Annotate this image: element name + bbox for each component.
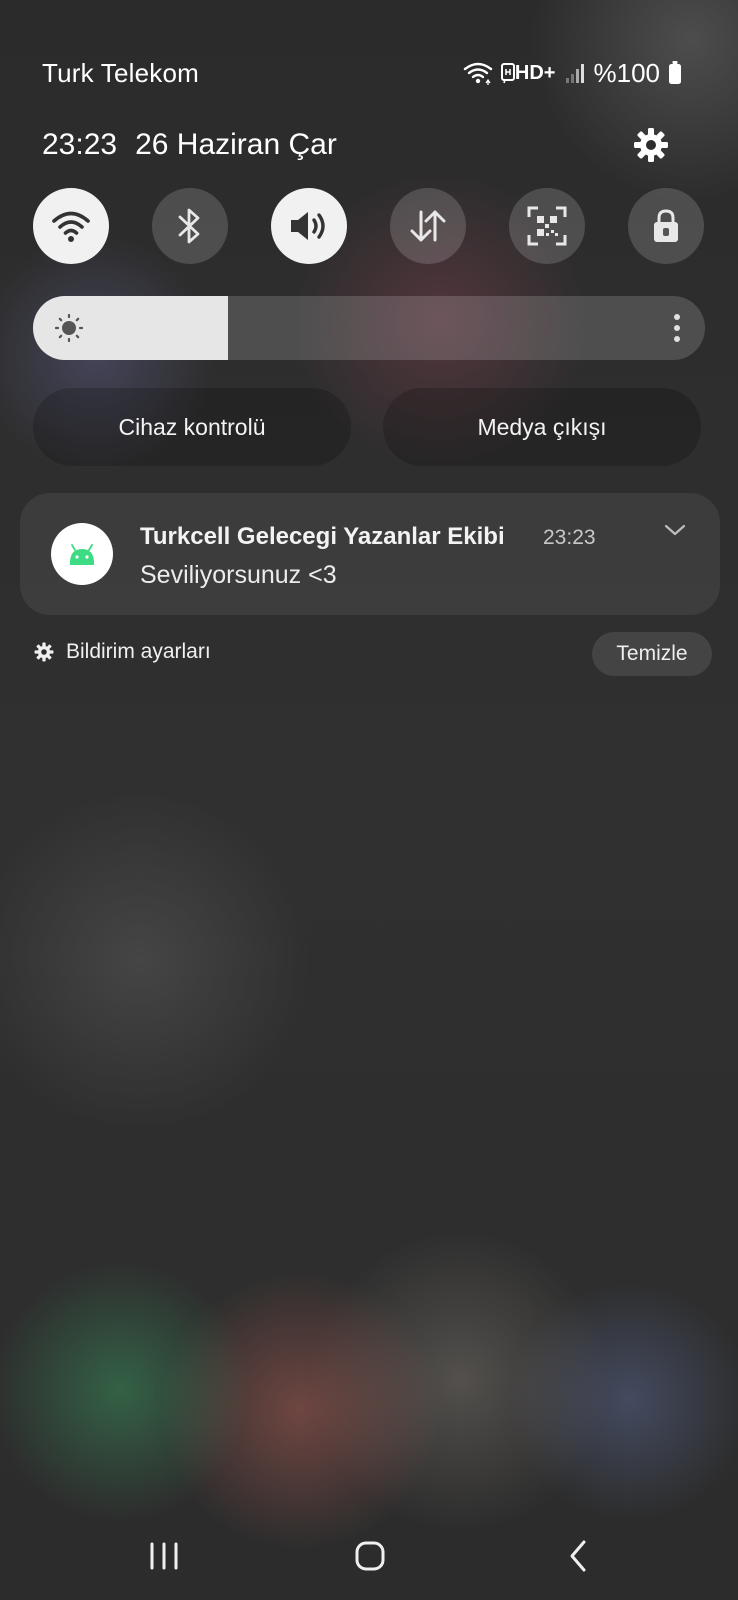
- toggle-wifi[interactable]: [33, 188, 109, 264]
- brightness-slider[interactable]: [33, 296, 705, 360]
- wifi-icon: [463, 61, 493, 85]
- notification-card[interactable]: Turkcell Gelecegi Yazanlar Ekibi 23:23 S…: [20, 493, 720, 615]
- toggle-sound[interactable]: [271, 188, 347, 264]
- android-icon: [68, 543, 96, 565]
- network-label: HD+: [514, 61, 556, 84]
- status-icons: HD+ %100: [463, 58, 682, 88]
- sound-icon: [287, 208, 331, 244]
- notification-time: 23:23: [543, 526, 596, 549]
- signal-icon: [564, 62, 586, 84]
- back-button[interactable]: [548, 1535, 608, 1577]
- battery-icon: [668, 61, 682, 85]
- gear-icon: [633, 127, 669, 163]
- home-button[interactable]: [340, 1535, 400, 1577]
- clear-button[interactable]: Temizle: [592, 632, 712, 676]
- data-arrows-icon: [408, 208, 448, 244]
- carrier-name: Turk Telekom: [42, 58, 200, 88]
- battery-percent: %100: [593, 57, 661, 88]
- date-label: 26 Haziran Çar: [135, 128, 337, 161]
- recents-button[interactable]: [134, 1535, 194, 1577]
- sun-icon: [55, 314, 83, 342]
- toggle-mobile-data[interactable]: [390, 188, 466, 264]
- app-icon: [51, 523, 113, 585]
- qr-scan-icon: [526, 205, 568, 247]
- volte-hd-icon: HD+: [500, 61, 556, 85]
- more-options-icon[interactable]: [673, 312, 681, 344]
- gear-icon: [34, 642, 54, 662]
- clock-time: 23:23: [42, 128, 118, 161]
- toggle-lock[interactable]: [628, 188, 704, 264]
- notification-body: Seviliyorsunuz <3: [140, 561, 337, 589]
- lock-icon: [651, 208, 681, 244]
- notification-title: Turkcell Gelecegi Yazanlar Ekibi: [140, 523, 505, 550]
- settings-button[interactable]: [630, 124, 672, 166]
- chevron-down-icon[interactable]: [663, 523, 693, 547]
- toggle-bluetooth[interactable]: [152, 188, 228, 264]
- date-time: 23:23 26 Haziran Çar: [42, 128, 337, 162]
- recents-icon: [147, 1541, 181, 1571]
- notification-settings-link[interactable]: Bildirim ayarları: [34, 640, 211, 664]
- wifi-icon: [51, 209, 91, 243]
- home-icon: [354, 1540, 386, 1572]
- media-output-button[interactable]: Medya çıkışı: [383, 388, 701, 466]
- bluetooth-icon: [177, 207, 203, 245]
- toggle-qr-scanner[interactable]: [509, 188, 585, 264]
- back-icon: [567, 1539, 589, 1573]
- device-control-button[interactable]: Cihaz kontrolü: [33, 388, 351, 466]
- notification-settings-label: Bildirim ayarları: [66, 640, 211, 663]
